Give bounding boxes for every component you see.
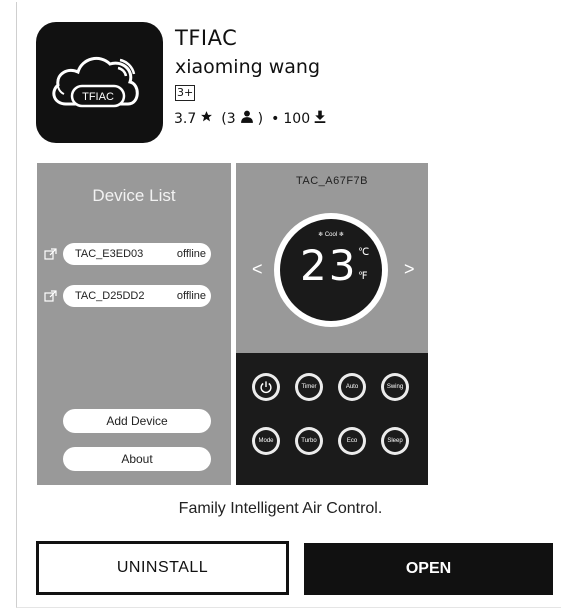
device-row[interactable]: TAC_E3ED03 offline	[43, 243, 211, 265]
developer-name[interactable]: xiaoming wang	[175, 56, 320, 78]
age-rating-badge: 3+	[175, 85, 196, 101]
next-arrow-icon[interactable]: >	[404, 259, 415, 280]
power-icon	[260, 381, 272, 394]
auto-button[interactable]: Auto	[338, 373, 366, 401]
screenshot-device-list[interactable]: Device List TAC_E3ED03 offline TAC_D25DD…	[37, 163, 231, 485]
app-stats: 3.7 (3 ) • 100	[174, 110, 326, 127]
device-name: TAC_D25DD2	[75, 290, 145, 302]
ac-device-name: TAC_A67F7B	[295, 175, 369, 187]
swing-label: Swing	[384, 376, 406, 398]
device-status: offline	[176, 248, 206, 260]
temperature-dial: ❄ Cool ❄ 23 ℃ ℉	[274, 213, 388, 327]
add-device-button[interactable]: Add Device	[63, 409, 211, 433]
auto-label: Auto	[341, 376, 363, 398]
control-panel: Timer Auto Swing Mode Turbo Eco Sleep	[236, 353, 428, 485]
app-tagline: Family Intelligent Air Control.	[178, 500, 383, 517]
device-status: offline	[176, 290, 206, 302]
mode-label: ❄ Cool ❄	[318, 232, 344, 238]
rating-value: 3.7	[174, 110, 197, 127]
rating-close-paren: )	[257, 110, 264, 127]
download-count: 100	[283, 110, 311, 127]
previous-arrow-icon[interactable]: <	[252, 259, 263, 280]
screenshot-ac-control[interactable]: TAC_A67F7B < > ❄ Cool ❄ 23 ℃ ℉ Timer Aut…	[236, 163, 428, 485]
app-title: TFIAC	[175, 26, 238, 50]
power-button[interactable]	[252, 373, 280, 401]
uninstall-button[interactable]: UNINSTALL	[36, 541, 289, 595]
device-list-title: Device List	[92, 186, 176, 205]
sleep-label: Sleep	[384, 430, 406, 452]
device-pill[interactable]: TAC_E3ED03 offline	[63, 243, 211, 265]
device-row[interactable]: TAC_D25DD2 offline	[43, 285, 211, 307]
icon-label: TFIAC	[82, 91, 114, 103]
eco-button[interactable]: Eco	[338, 427, 366, 455]
download-icon	[314, 110, 326, 127]
rating-count: (3	[221, 110, 236, 127]
fahrenheit-unit[interactable]: ℉	[358, 271, 368, 282]
timer-button[interactable]: Timer	[295, 373, 323, 401]
temperature-value: 23	[300, 241, 358, 290]
star-icon	[200, 110, 213, 127]
celsius-unit[interactable]: ℃	[358, 247, 369, 258]
mode-button-label: Mode	[255, 430, 277, 452]
app-icon: TFIAC	[36, 22, 163, 143]
temperature-dial-face: ❄ Cool ❄ 23 ℃ ℉	[280, 219, 382, 321]
turbo-label: Turbo	[298, 430, 320, 452]
external-link-icon	[44, 290, 57, 302]
external-link-icon	[44, 248, 57, 260]
about-button[interactable]: About	[63, 447, 211, 471]
bullet: •	[271, 110, 280, 127]
timer-label: Timer	[298, 376, 320, 398]
turbo-button[interactable]: Turbo	[295, 427, 323, 455]
device-pill[interactable]: TAC_D25DD2 offline	[63, 285, 211, 307]
swing-button[interactable]: Swing	[381, 373, 409, 401]
eco-label: Eco	[341, 430, 363, 452]
person-icon	[240, 110, 254, 127]
tfiac-cloud-icon: TFIAC	[52, 56, 139, 108]
sleep-button[interactable]: Sleep	[381, 427, 409, 455]
mode-button[interactable]: Mode	[252, 427, 280, 455]
open-button[interactable]: OPEN	[304, 543, 553, 595]
device-name: TAC_E3ED03	[75, 248, 144, 260]
